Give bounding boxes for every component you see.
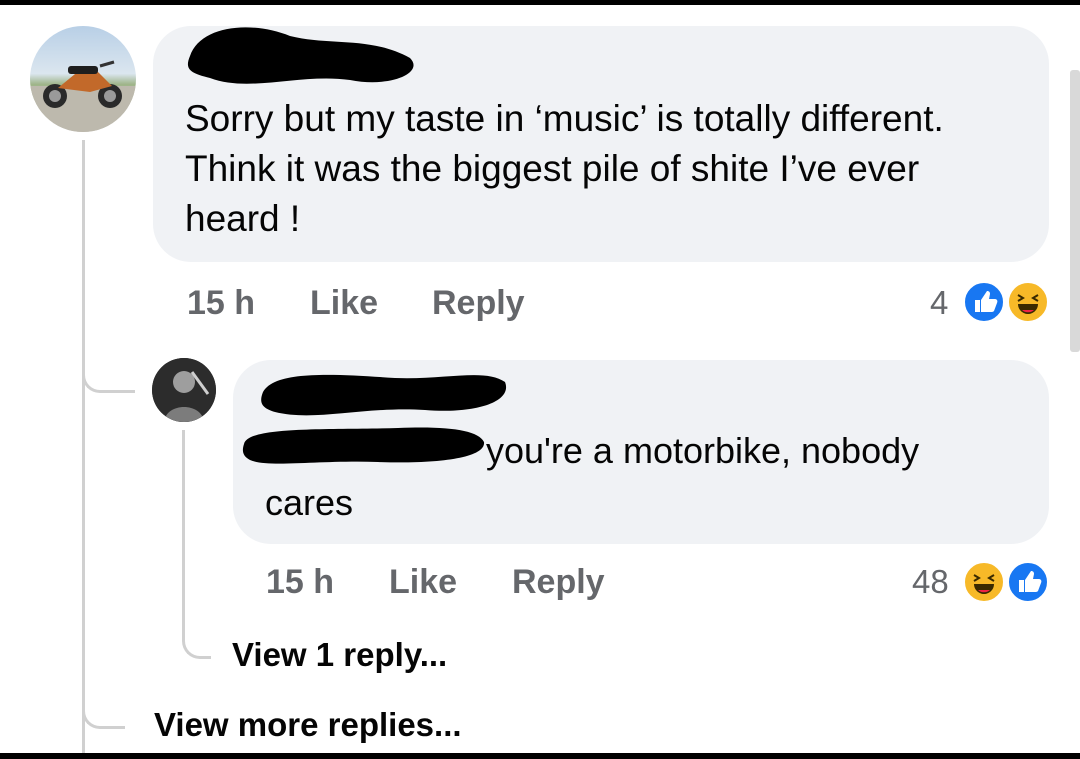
reply-text-line2: cares (265, 482, 354, 523)
reply-avatar[interactable] (152, 358, 216, 422)
comment-timestamp[interactable]: 15 h (187, 284, 255, 323)
view-1-reply-link[interactable]: View 1 reply... (232, 636, 447, 674)
view-more-replies-link[interactable]: View more replies... (154, 706, 462, 744)
redacted-author-name (187, 27, 414, 84)
thread-line-main (82, 140, 85, 755)
screen-top-border (0, 0, 1080, 5)
reply-like-button[interactable]: Like (389, 563, 457, 602)
person-photo-icon (152, 358, 216, 422)
thread-line-branch-view-more (82, 700, 125, 729)
haha-icon (1006, 280, 1050, 324)
comment-like-button[interactable]: Like (310, 284, 378, 323)
thread-line-reply (182, 430, 185, 635)
scrollbar[interactable] (1070, 70, 1080, 352)
reply-reaction-count[interactable]: 48 (912, 563, 949, 601)
reply-timestamp[interactable]: 15 h (266, 563, 334, 602)
thread-line-branch-reply (82, 368, 135, 393)
thread-line-branch-view-reply (182, 630, 211, 659)
haha-icon (962, 560, 1006, 604)
redacted-reply-author-name (261, 374, 507, 416)
comment-text: Sorry but my taste in ‘music’ is totally… (185, 98, 944, 239)
like-icon (962, 280, 1006, 324)
screen-bottom-border (0, 753, 1080, 759)
avatar[interactable] (30, 26, 136, 132)
comment-reply-button[interactable]: Reply (432, 284, 525, 323)
like-icon (1006, 560, 1050, 604)
reply-reply-button[interactable]: Reply (512, 563, 605, 602)
motorbike-photo-icon (30, 60, 136, 132)
reply-text-line1: you're a motorbike, nobody (486, 430, 920, 471)
redacted-mention (242, 427, 485, 464)
comment-reaction-count[interactable]: 4 (930, 284, 948, 322)
